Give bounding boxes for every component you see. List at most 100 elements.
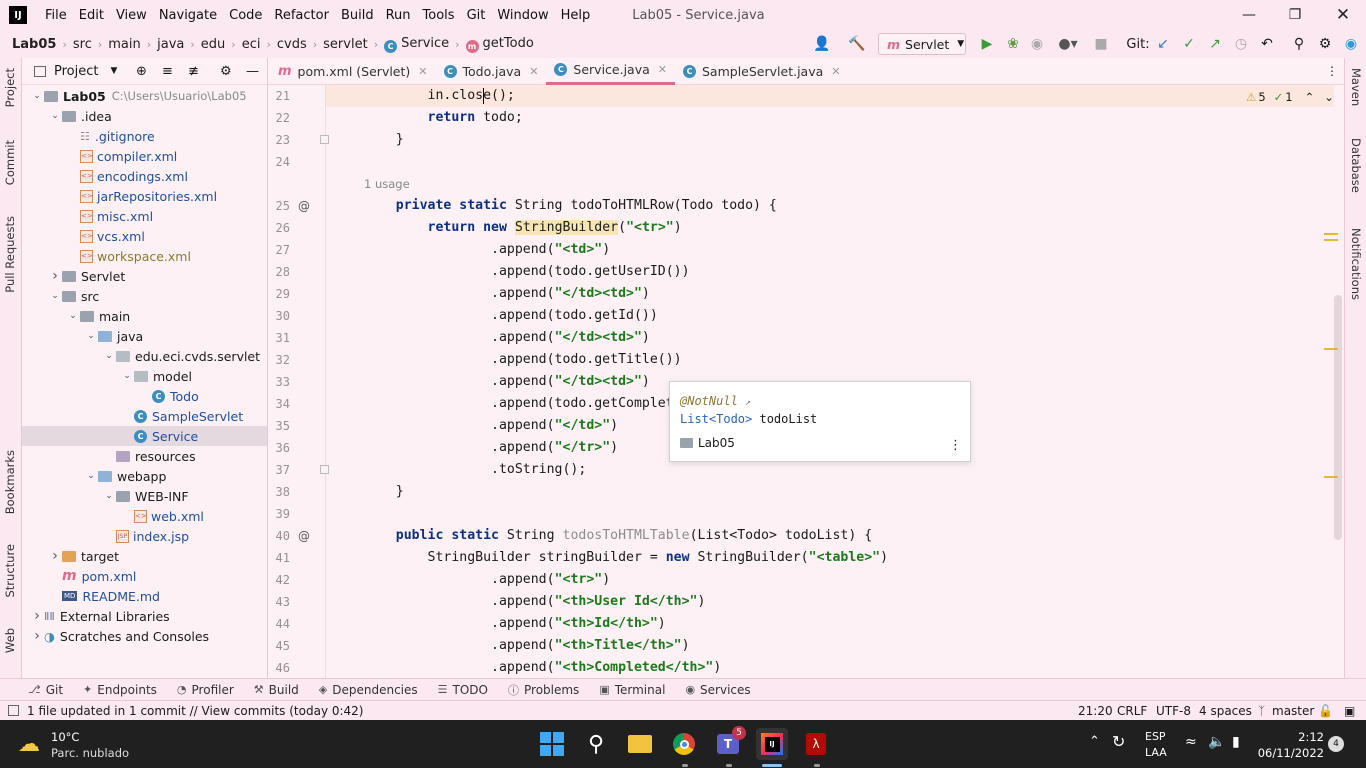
breadcrumb-item[interactable]: java <box>153 37 188 52</box>
chevron-down-icon[interactable]: ▼ <box>110 66 117 76</box>
clock-date[interactable]: 06/11/2022 <box>1252 746 1324 760</box>
plugin-icon[interactable]: ◉ <box>1340 30 1362 58</box>
hide-panel-icon[interactable]: — <box>246 64 259 79</box>
code-line[interactable]: return todo; <box>364 107 523 129</box>
tool-window-profiler[interactable]: ◔ Profiler <box>167 683 244 697</box>
tree-item-edu-eci-cvds-servlet[interactable]: ⌄ edu.eci.cvds.servlet <box>22 346 267 366</box>
breadcrumb-item[interactable]: edu <box>197 37 230 52</box>
chevron-right-icon[interactable]: › <box>48 268 62 284</box>
git-commit-icon[interactable]: ✓ <box>1178 30 1200 58</box>
menu-item-refactor[interactable]: Refactor <box>268 8 335 23</box>
input-lang[interactable]: ESP <box>1145 730 1166 743</box>
wifi-icon[interactable]: ≈ <box>1185 734 1197 750</box>
chevron-right-icon[interactable]: › <box>30 608 44 624</box>
search-icon[interactable]: ⚲ <box>1288 30 1310 58</box>
build-hammer-icon[interactable]: 🔨 <box>846 30 868 58</box>
database-tool-tab[interactable]: Database <box>1349 138 1363 193</box>
tree-item-src[interactable]: ⌄ src <box>22 286 267 306</box>
breadcrumb-item[interactable]: main <box>104 37 144 52</box>
status-message[interactable]: 1 file updated in 1 commit // View commi… <box>27 704 364 718</box>
tree-item-misc-xml[interactable]: <> misc.xml <box>22 206 267 226</box>
tab-todo-java[interactable]: C Todo.java ✕ <box>436 58 547 85</box>
memory-icon[interactable]: ▣ <box>1344 704 1355 718</box>
code-line[interactable]: .toString(); <box>364 459 586 481</box>
code-line[interactable]: .append("<th>Title</th>") <box>364 635 690 657</box>
pull-requests-tool-tab[interactable]: Pull Requests <box>3 216 17 293</box>
tree-item-java[interactable]: ⌄ java <box>22 326 267 346</box>
tree-item-vcs-xml[interactable]: <> vcs.xml <box>22 226 267 246</box>
file-explorer-icon[interactable] <box>624 728 656 760</box>
code-line[interactable]: 1 usage <box>364 173 410 195</box>
battery-icon[interactable]: ▮ <box>1232 734 1240 750</box>
chevron-down-icon[interactable]: ⌄ <box>102 351 116 361</box>
tree-item-sampleservlet[interactable]: C SampleServlet <box>22 406 267 426</box>
code-line[interactable]: .append(todo.getId()) <box>364 305 658 327</box>
project-panel-title[interactable]: Project <box>54 64 98 79</box>
maven-tool-tab[interactable]: Maven <box>1349 68 1363 106</box>
toggle-panels-icon[interactable] <box>8 705 19 716</box>
menu-item-view[interactable]: View <box>110 8 153 23</box>
code-line[interactable]: public static String todosToHTMLTable(Li… <box>364 525 872 547</box>
tool-window-endpoints[interactable]: ✦ Endpoints <box>73 683 167 697</box>
breadcrumb-item[interactable]: eci <box>238 37 265 52</box>
chevron-up-icon[interactable]: ⌃ <box>1089 734 1100 749</box>
tab-pom-xml-servlet-[interactable]: m pom.xml (Servlet) ✕ <box>270 58 436 85</box>
menu-item-navigate[interactable]: Navigate <box>153 8 223 23</box>
user-icon[interactable]: 👤 <box>808 30 836 58</box>
rollback-icon[interactable]: ↶ <box>1256 30 1278 58</box>
tree-item-webapp[interactable]: ⌄ webapp <box>22 466 267 486</box>
search-icon[interactable]: ⚲ <box>580 728 612 760</box>
volume-icon[interactable]: 🔈 <box>1208 734 1225 750</box>
tool-window-todo[interactable]: ☰ TODO <box>428 683 498 697</box>
collapse-all-icon[interactable]: ≢ <box>188 64 199 79</box>
tab-sampleservlet-java[interactable]: C SampleServlet.java ✕ <box>675 58 848 85</box>
inspection-widget[interactable]: ⚠ 5 ✓ 1 ⌃ ⌄ <box>1246 90 1334 104</box>
breadcrumb-item[interactable]: m getTodo <box>462 36 538 53</box>
close-tab-icon[interactable]: ✕ <box>529 65 538 78</box>
chevron-down-icon[interactable]: ⌄ <box>102 491 116 501</box>
tree-item-target[interactable]: › target <box>22 546 267 566</box>
clock-time[interactable]: 2:12 <box>1262 730 1324 744</box>
close-tab-icon[interactable]: ✕ <box>831 65 840 78</box>
chevron-down-icon[interactable]: ⌄ <box>120 371 134 381</box>
tree-item-resources[interactable]: resources <box>22 446 267 466</box>
code-line[interactable]: StringBuilder stringBuilder = new String… <box>364 547 889 569</box>
tool-window-build[interactable]: ⚒ Build <box>244 683 309 697</box>
code-line[interactable]: .append("</td><td>") <box>364 371 650 393</box>
external-link-icon[interactable]: ↗ <box>745 397 751 408</box>
tree-item-index-jsp[interactable]: JSP index.jsp <box>22 526 267 546</box>
notifications-tool-tab[interactable]: Notifications <box>1349 228 1363 300</box>
code-line[interactable]: .append("</td>") <box>364 415 618 437</box>
code-line[interactable]: .append("<tr>") <box>364 569 610 591</box>
commit-tool-tab[interactable]: Commit <box>3 140 17 185</box>
git-branch[interactable]: master <box>1272 704 1314 718</box>
breadcrumb-item[interactable]: cvds <box>273 37 311 52</box>
menu-item-file[interactable]: File <box>39 8 73 23</box>
tree-item-external-libraries[interactable]: › ⅡⅡ External Libraries <box>22 606 267 626</box>
file-encoding[interactable]: UTF-8 <box>1156 704 1191 718</box>
code-line[interactable]: in.close(); <box>364 85 515 107</box>
project-tool-tab[interactable]: Project <box>3 68 17 107</box>
code-line[interactable]: .append("<th>User Id</th>") <box>364 591 705 613</box>
indent-setting[interactable]: 4 spaces <box>1199 704 1252 718</box>
breadcrumb-item[interactable]: C Service <box>380 36 453 53</box>
tree-item-web-inf[interactable]: ⌄ WEB-INF <box>22 486 267 506</box>
tab-service-java[interactable]: C Service.java ✕ <box>546 58 675 85</box>
expand-all-icon[interactable]: ≡ <box>162 64 173 79</box>
code-line[interactable]: } <box>364 481 404 503</box>
run-config-select[interactable]: m Servlet ▼ <box>878 33 966 55</box>
code-line[interactable]: .append("<th>Completed</th>") <box>364 657 721 678</box>
tree-item--idea[interactable]: ⌄ .idea <box>22 106 267 126</box>
line-separator[interactable]: CRLF <box>1117 704 1147 718</box>
stop-icon[interactable]: ■ <box>1090 30 1112 58</box>
tree-item-pom-xml[interactable]: m pom.xml <box>22 566 267 586</box>
run-icon[interactable]: ▶ <box>976 30 998 58</box>
gear-icon[interactable]: ⚙ <box>1314 30 1336 58</box>
tree-item-scratches-and-consoles[interactable]: › ◑ Scratches and Consoles <box>22 626 267 646</box>
weather-desc[interactable]: Parc. nublado <box>51 746 129 760</box>
menu-item-edit[interactable]: Edit <box>73 8 110 23</box>
chevron-down-icon[interactable]: ⌄ <box>84 471 98 481</box>
code-line[interactable]: .append("<th>Id</th>") <box>364 613 666 635</box>
minimize-button[interactable]: — <box>1226 0 1272 30</box>
close-tab-icon[interactable]: ✕ <box>658 63 667 76</box>
